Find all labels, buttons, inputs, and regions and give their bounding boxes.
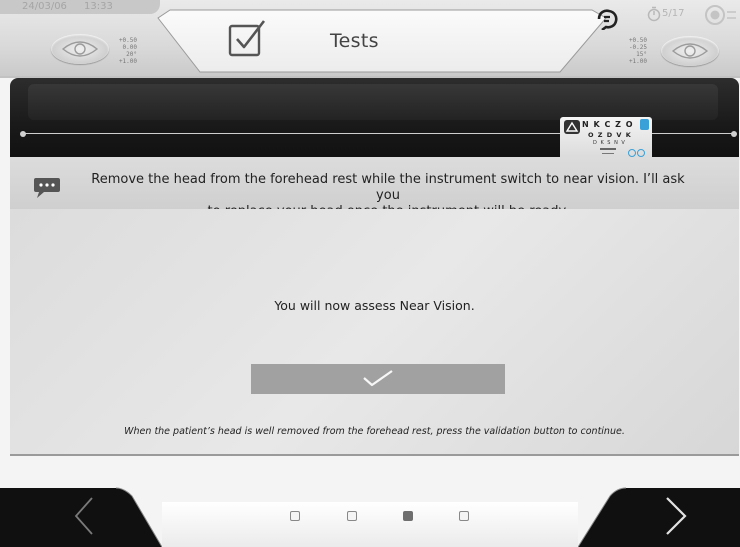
timer-icon <box>647 6 661 26</box>
right-eye-cylinder: -0.25 <box>628 44 647 51</box>
page-title: Tests <box>330 30 379 52</box>
right-eye-sphere: +0.50 <box>628 37 647 44</box>
eye-icon <box>671 43 709 59</box>
right-eye-values: +0.50 -0.25 15° +1.00 <box>615 37 647 65</box>
warning-triangle-icon <box>564 120 580 134</box>
page-dot[interactable] <box>347 511 357 521</box>
next-button[interactable] <box>655 494 695 542</box>
validation-hint: When the patient’s head is well removed … <box>124 426 625 437</box>
main-content-panel <box>10 209 739 456</box>
chart-bookmark-tag <box>640 119 649 130</box>
page-dot[interactable] <box>290 511 300 521</box>
patient-status-icon[interactable] <box>596 8 620 34</box>
glasses-icon <box>628 149 636 157</box>
right-eye-axis: 15° <box>636 51 647 58</box>
instruction-line-1: Remove the head from the forehead rest w… <box>91 172 685 203</box>
page-indicator: 5/17 <box>662 8 685 19</box>
chart-row-1: N K C Z O <box>582 120 634 129</box>
left-eye-values: +0.50 0.00 20° +1.00 <box>107 37 137 65</box>
left-eye-axis: 20° <box>126 51 137 58</box>
speech-bubble-icon <box>33 176 61 204</box>
chevron-right-icon <box>666 497 687 535</box>
chart-row-2: O Z D V K <box>588 131 632 139</box>
page-dot[interactable] <box>459 511 469 521</box>
right-eye-addition: +1.00 <box>628 58 647 65</box>
page-dot-active[interactable] <box>403 511 413 521</box>
left-eye-addition: +1.00 <box>118 58 137 65</box>
checkbox-icon <box>228 19 268 63</box>
left-eye-cylinder: 0.00 <box>122 44 137 51</box>
progress-end-dot <box>731 131 737 137</box>
checkmark-icon <box>363 369 393 386</box>
left-eye-button[interactable] <box>51 34 109 64</box>
chevron-left-icon <box>74 497 93 535</box>
right-eye-button[interactable] <box>661 36 719 66</box>
left-eye-sphere: +0.50 <box>118 37 137 44</box>
bottom-nav-shape <box>0 478 740 547</box>
progress-start-dot <box>20 131 26 137</box>
previous-button[interactable] <box>66 494 106 542</box>
validate-button[interactable] <box>251 364 505 394</box>
eye-icon <box>61 41 99 57</box>
assess-near-vision-text: You will now assess Near Vision. <box>274 298 475 313</box>
target-icon[interactable] <box>704 4 736 30</box>
chart-row-3: D K S N V <box>593 140 626 146</box>
